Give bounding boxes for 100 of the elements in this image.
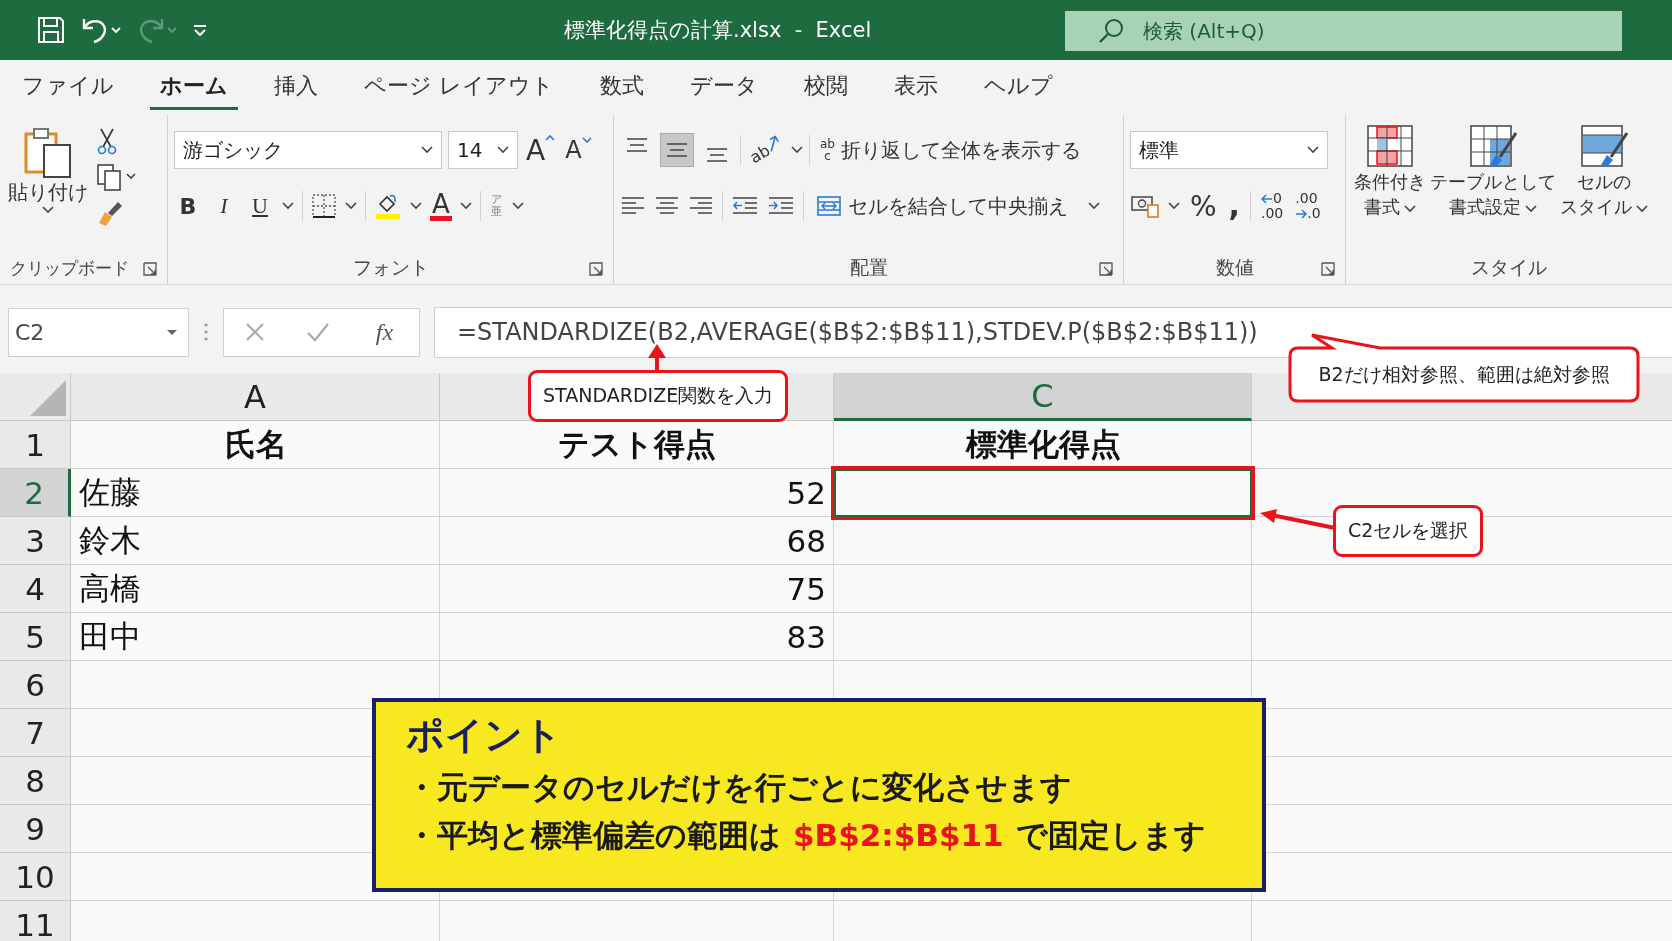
table-cell-text: 佐藤 [78, 473, 142, 512]
caret-icon [166, 328, 178, 336]
row-header[interactable]: 7 [0, 709, 71, 757]
callout-tooltip: C2セルを選択 [1333, 505, 1484, 557]
table-cell-text: 83 [785, 618, 827, 657]
column-header[interactable]: C [834, 373, 1252, 421]
shrink-font-button[interactable]: A [563, 136, 594, 164]
table-cell-text: 68 [785, 522, 827, 561]
callout-tooltip: B2だけ相対参照、範囲は絶対参照 [1288, 333, 1640, 403]
font-name-dropdown[interactable]: 游ゴシック [174, 131, 442, 169]
caret-icon[interactable] [511, 202, 524, 210]
merge-cells-icon [816, 194, 842, 218]
dialog-launcher-icon[interactable] [143, 262, 157, 276]
table-brush-icon [1468, 123, 1518, 169]
caret-icon[interactable] [790, 146, 803, 154]
ribbon-tab[interactable]: 数式 [590, 65, 654, 110]
caret-icon[interactable] [410, 202, 422, 210]
group-label: フォント [352, 255, 429, 280]
caret-icon [1636, 205, 1648, 213]
callout-tooltip: STANDARDIZE関数を入力 [528, 370, 789, 422]
borders-icon[interactable] [311, 193, 337, 219]
selected-cell[interactable] [834, 469, 1252, 517]
cell-styles-button[interactable]: セルの スタイル [1558, 123, 1650, 252]
ribbon-tab[interactable]: ホーム [150, 65, 238, 110]
number-format-dropdown[interactable]: 標準 [1130, 131, 1328, 169]
row-header[interactable]: 8 [0, 757, 71, 805]
clipboard-icon [23, 127, 73, 179]
triangle-icon [30, 380, 66, 416]
bullet-text: ・元データのセルだけを行ごとに変化させます [406, 768, 1072, 807]
paste-button[interactable]: 貼り付け [6, 123, 90, 252]
search-field[interactable]: 検索 (Alt+Q) [1065, 11, 1622, 51]
row-header[interactable]: 3 [0, 517, 71, 565]
check-icon[interactable] [305, 321, 330, 343]
ribbon-tab[interactable]: 校閲 [794, 65, 858, 110]
underline-button[interactable]: U [246, 193, 274, 219]
caret-icon[interactable] [459, 202, 472, 210]
conditional-format-icon [1365, 123, 1415, 169]
row-header[interactable]: 4 [0, 565, 71, 613]
merge-center-button[interactable]: セルを結合して中央揃え [812, 192, 1104, 220]
formula-field[interactable]: =STANDARDIZE(B2,AVERAGE($B$2:$B$11),STDEV.P($B$2:$B$11)) [434, 306, 1672, 358]
row-header[interactable]: 5 [0, 613, 71, 661]
table-cell-text: 52 [785, 474, 827, 513]
name-box[interactable]: C2 [8, 307, 189, 357]
dialog-launcher-icon[interactable] [589, 262, 603, 276]
arrow-left-icon [1261, 193, 1273, 204]
table-cell-text: 高橋 [78, 569, 142, 608]
save-icon[interactable] [36, 15, 66, 45]
ribbon-tab[interactable]: ページ レイアウト [354, 65, 564, 110]
column-title-cell-text: 標準化得点 [964, 425, 1122, 464]
fill-color-icon[interactable] [374, 192, 402, 220]
copy-icon[interactable] [96, 163, 138, 191]
ribbon-tab[interactable]: 挿入 [264, 65, 328, 110]
column-title-cell-text: テスト得点 [557, 425, 717, 464]
row-header[interactable]: 2 [0, 469, 71, 517]
arrow-right-icon [1295, 208, 1308, 219]
row-header[interactable]: 10 [0, 853, 71, 901]
format-as-table-button[interactable]: テーブルとして 書式設定 [1428, 123, 1558, 252]
decrease-decimal-button[interactable]: .00 .0 [1293, 191, 1323, 221]
dialog-launcher-icon[interactable] [1321, 262, 1335, 276]
insert-function-button[interactable]: fx [369, 317, 400, 347]
row-header[interactable]: 1 [0, 421, 71, 469]
orientation-button[interactable]: ab [744, 132, 788, 168]
caret-icon[interactable] [345, 202, 357, 210]
bold-button[interactable]: B [174, 193, 202, 219]
align-bottom-icon [705, 148, 729, 162]
column-title-cell-text: 氏名 [223, 425, 288, 464]
dialog-launcher-icon[interactable] [1099, 262, 1113, 276]
caret-icon[interactable] [1168, 202, 1180, 210]
caret-icon [1307, 146, 1319, 154]
caret-icon [421, 146, 433, 154]
font-color-button[interactable]: A [430, 191, 452, 221]
italic-button[interactable]: I [210, 193, 238, 219]
row-header[interactable]: 11 [0, 901, 71, 941]
table-cell-text: 田中 [78, 617, 142, 656]
ribbon-tab[interactable]: ヘルプ [974, 65, 1063, 110]
group-label: スタイル [1471, 255, 1547, 280]
caret-icon [1404, 205, 1416, 213]
font-size-dropdown[interactable]: 14 [448, 131, 518, 169]
percent-button[interactable]: % [1188, 189, 1219, 223]
group-label: 配置 [849, 255, 888, 280]
ribbon-tab[interactable]: 表示 [884, 65, 948, 110]
format-painter-icon[interactable] [96, 199, 124, 227]
currency-format-icon[interactable] [1130, 193, 1160, 219]
caret-icon[interactable] [282, 202, 294, 210]
grip-icon [203, 322, 209, 342]
caret-icon [1088, 202, 1100, 210]
conditional-formatting-button[interactable]: 条件付き 書式 [1352, 123, 1428, 252]
grow-font-button[interactable]: A [524, 133, 558, 167]
row-header[interactable]: 6 [0, 661, 71, 709]
phonetic-guide-button[interactable]: ア 亜 [488, 194, 504, 218]
middle-align-button[interactable] [660, 133, 694, 167]
customize-caret-icon[interactable] [192, 22, 208, 38]
ribbon-tab[interactable]: ファイル [12, 65, 124, 110]
caret-icon [42, 206, 54, 214]
scissors-icon[interactable] [96, 127, 118, 155]
bullet-text: ・平均と標準偏差の範囲は $B$2:$B$11 で固定します [406, 816, 1206, 855]
point-title: ポイント [406, 712, 562, 759]
ribbon-tab[interactable]: データ [680, 65, 768, 110]
increase-decimal-button[interactable]: 0 .00 [1259, 191, 1286, 221]
row-header[interactable]: 9 [0, 805, 71, 853]
